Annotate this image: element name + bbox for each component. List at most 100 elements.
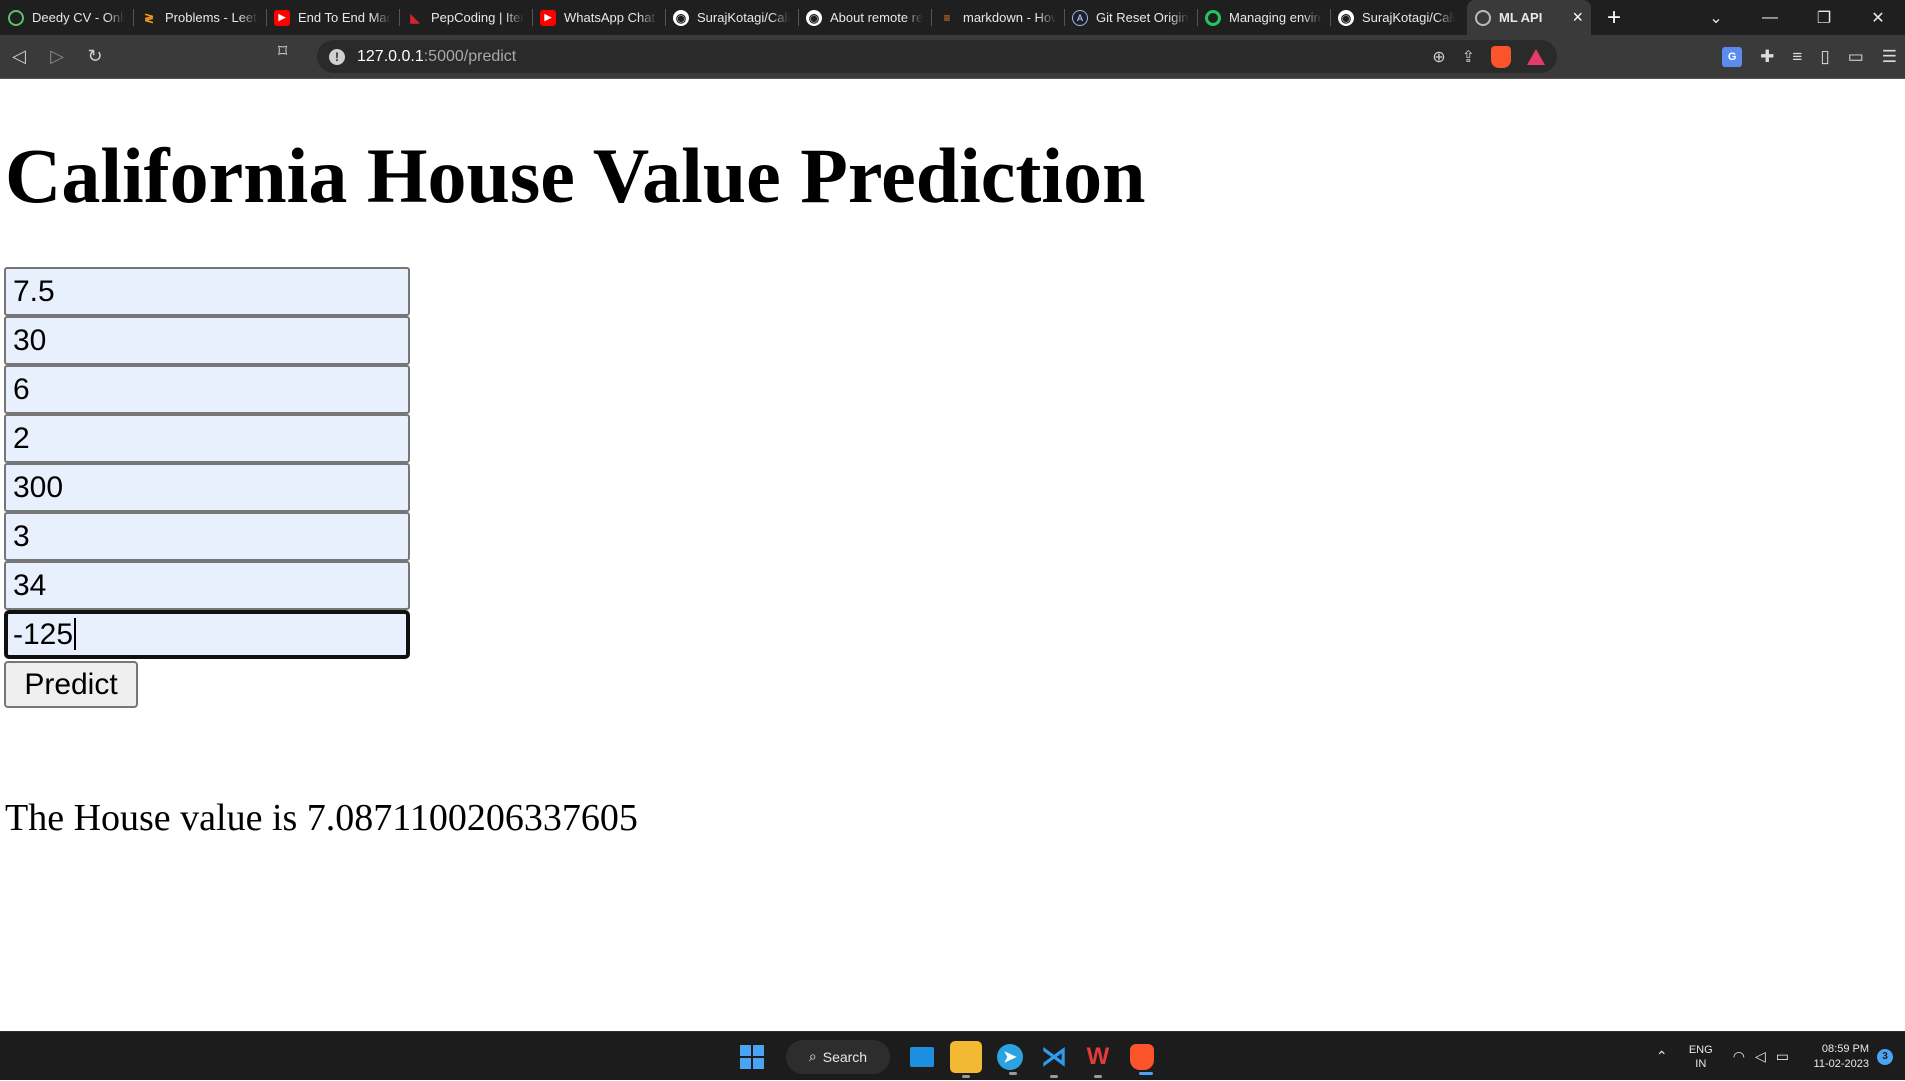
address-bar[interactable]: ! 127.0.0.1:5000/predict ⊕ ⇪ <box>317 40 1557 73</box>
clock-time: 08:59 PM <box>1821 1042 1869 1055</box>
github-icon: ◉ <box>1338 9 1354 26</box>
feature-input-1[interactable]: 7.5 <box>4 267 410 316</box>
brave-rewards-icon[interactable] <box>1527 48 1545 65</box>
url-path: :5000/predict <box>423 47 517 65</box>
github-icon: ◉ <box>673 9 689 26</box>
tab-title: Problems - LeetC <box>165 10 258 25</box>
page-title: California House Value Prediction <box>5 132 1146 219</box>
close-window-icon[interactable]: ✕ <box>1851 8 1905 28</box>
site-info-icon[interactable]: ! <box>329 48 345 65</box>
tab-title: SurajKotagi/Calif <box>1362 10 1455 25</box>
tab-title: WhatsApp Chat A <box>564 10 657 25</box>
tray-icons[interactable]: ◠ ◁ ▭ <box>1733 1048 1789 1065</box>
prediction-form: 7.5 30 6 2 300 3 34 -125 Predict <box>4 267 410 708</box>
taskbar-search[interactable]: ⌕ Search <box>786 1039 890 1074</box>
share-icon[interactable]: ⇪ <box>1462 47 1475 67</box>
playlist-icon[interactable]: ≡ <box>1792 47 1802 67</box>
translate-icon[interactable]: G <box>1722 46 1743 67</box>
browser-tab[interactable]: ≷ Problems - LeetC <box>133 0 266 35</box>
window-controls: ⌄ — ❐ ✕ <box>1689 0 1905 35</box>
browser-tab[interactable]: ◉ About remote re <box>798 0 931 35</box>
tab-close-icon[interactable]: × <box>1572 7 1583 28</box>
feature-input-4[interactable]: 2 <box>4 414 410 463</box>
brave-shields-icon[interactable] <box>1491 45 1511 68</box>
vscode-icon[interactable]: ⋊ <box>1038 1041 1070 1078</box>
taskbar-search-label: Search <box>822 1048 868 1065</box>
browser-tab[interactable]: ◣ PepCoding | Itera <box>399 0 532 35</box>
sidebar-icon[interactable]: ▯ <box>1820 47 1829 67</box>
tab-title: ML API <box>1499 10 1543 25</box>
tab-title: Managing enviro <box>1229 10 1322 25</box>
deedy-icon <box>8 9 24 26</box>
brave-browser-icon[interactable] <box>1130 1043 1154 1075</box>
feature-input-2[interactable]: 30 <box>4 316 410 365</box>
address-bar-actions: ⊕ ⇪ <box>1432 40 1545 73</box>
region-code: IN <box>1695 1057 1707 1070</box>
desktop-icon[interactable] <box>910 1046 934 1067</box>
language-code: ENG <box>1688 1043 1713 1056</box>
circle-icon <box>1205 9 1221 26</box>
browser-tab[interactable]: Deedy CV - Onlin <box>0 0 133 35</box>
wallet-icon[interactable]: ▭ <box>1848 47 1864 67</box>
browser-tab[interactable]: ▶ WhatsApp Chat A <box>532 0 665 35</box>
globe-icon <box>1475 9 1491 26</box>
feature-input-7[interactable]: 34 <box>4 561 410 610</box>
text-caret <box>74 618 77 651</box>
tab-title: Deedy CV - Onlin <box>32 10 125 25</box>
windows-start-icon[interactable] <box>740 1044 764 1069</box>
browser-tab[interactable]: Managing enviro <box>1197 0 1330 35</box>
wifi-icon: ◠ <box>1732 1048 1745 1064</box>
notification-badge[interactable]: 3 <box>1877 1048 1893 1065</box>
search-icon: ⌕ <box>808 1048 817 1064</box>
github-icon: ◉ <box>806 9 822 26</box>
wps-office-icon[interactable]: W <box>1082 1041 1114 1078</box>
feature-input-3[interactable]: 6 <box>4 365 410 414</box>
a-icon: A <box>1072 9 1088 26</box>
feature-input-8-value: -125 <box>13 618 74 651</box>
tab-title: PepCoding | Itera <box>431 10 524 25</box>
back-icon[interactable]: ◁ <box>0 42 38 72</box>
browser-tab[interactable]: ≡ markdown - How <box>931 0 1064 35</box>
file-explorer-icon[interactable] <box>950 1040 982 1078</box>
feature-input-5[interactable]: 300 <box>4 463 410 512</box>
telegram-icon[interactable]: ➤ <box>997 1043 1023 1075</box>
tab-search-icon[interactable]: ⌄ <box>1689 8 1743 28</box>
menu-icon[interactable]: ☰ <box>1882 47 1897 67</box>
bookmark-icon[interactable]: ⌑ <box>278 41 287 62</box>
browser-toolbar: ◁ ▷ ↻ ⌑ ! 127.0.0.1:5000/predict ⊕ ⇪ G ✚… <box>0 35 1905 78</box>
battery-icon: ▭ <box>1775 1048 1789 1064</box>
extensions-icon[interactable]: ✚ <box>1760 47 1774 67</box>
browser-tab[interactable]: A Git Reset Origin - <box>1064 0 1197 35</box>
browser-tab-active[interactable]: ML API × <box>1467 0 1591 35</box>
browser-tab[interactable]: ▶ End To End Mach <box>266 0 399 35</box>
tab-title: markdown - How <box>963 10 1056 25</box>
toolbar-actions: G ✚ ≡ ▯ ▭ ☰ <box>1722 35 1897 78</box>
clock-date: 11-02-2023 <box>1813 1057 1869 1070</box>
url-host: 127.0.0.1 <box>357 47 424 65</box>
language-indicator[interactable]: ENG IN <box>1679 1043 1723 1071</box>
minimize-icon[interactable]: — <box>1743 9 1797 27</box>
youtube-icon: ▶ <box>540 9 556 26</box>
tab-strip: Deedy CV - Onlin ≷ Problems - LeetC ▶ End … <box>0 0 1905 35</box>
tab-title: About remote re <box>830 10 923 25</box>
browser-tab[interactable]: ◉ SurajKotagi/Calif <box>1330 0 1463 35</box>
feature-input-8[interactable]: -125 <box>4 610 410 659</box>
browser-tab[interactable]: ◉ SurajKotagi/Calif <box>665 0 798 35</box>
new-tab-icon[interactable]: + <box>1607 4 1621 32</box>
page-content: California House Value Prediction 7.5 30… <box>0 79 1905 1031</box>
prediction-result: The House value is 7.0871100206337605 <box>5 797 638 839</box>
tab-title: End To End Mach <box>298 10 391 25</box>
chevron-up-icon[interactable]: ⌃ <box>1645 1048 1679 1065</box>
predict-button[interactable]: Predict <box>4 661 138 708</box>
reload-icon[interactable]: ↻ <box>76 42 114 72</box>
taskbar-apps: ⌕ Search ➤ ⋊ W <box>740 1032 1158 1081</box>
stackoverflow-icon: ≡ <box>943 10 951 25</box>
forward-icon[interactable]: ▷ <box>38 42 76 72</box>
clock[interactable]: 08:59 PM 11-02-2023 <box>1799 1042 1869 1072</box>
feature-input-6[interactable]: 3 <box>4 512 410 561</box>
pepcoding-icon: ◣ <box>410 10 420 25</box>
taskbar: ⌕ Search ➤ ⋊ W ⌃ ENG IN ◠ ◁ ▭ 08:59 PM 11… <box>0 1031 1905 1080</box>
restore-icon[interactable]: ❐ <box>1797 8 1851 28</box>
volume-icon: ◁ <box>1754 1048 1766 1064</box>
zoom-icon[interactable]: ⊕ <box>1432 47 1445 67</box>
